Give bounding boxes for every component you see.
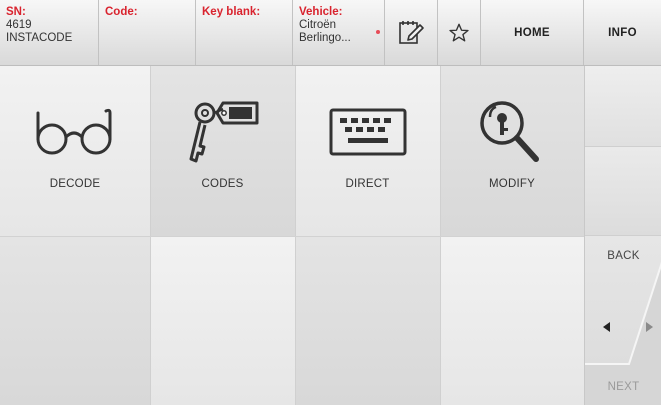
decode-tile[interactable]: DECODE xyxy=(0,66,150,236)
sn-value-line1: 4619 xyxy=(6,19,32,31)
key-blank-label: Key blank: xyxy=(202,6,261,18)
codes-tile[interactable]: CODES xyxy=(150,66,295,236)
favorites-button[interactable] xyxy=(438,0,481,65)
back-label: BACK xyxy=(607,250,640,262)
main-menu-screen: SN: 4619 INSTACODE Code: Key blank: Vehi… xyxy=(0,0,661,405)
empty-tile-1 xyxy=(0,237,150,405)
empty-tile-3 xyxy=(295,237,440,405)
modify-tile[interactable]: MODIFY xyxy=(440,66,584,236)
vehicle-label: Vehicle: xyxy=(299,6,343,18)
side-slot-2 xyxy=(585,147,661,236)
key-blank-field: Key blank: xyxy=(196,0,293,65)
keyboard-icon xyxy=(328,92,408,172)
vehicle-value-line1: Citroën xyxy=(299,19,337,31)
right-nav-column: BACK NEXT xyxy=(584,66,661,405)
vehicle-indicator-dot xyxy=(376,30,380,34)
decode-label: DECODE xyxy=(49,178,101,190)
grid-divider xyxy=(0,236,584,237)
arrow-right-icon xyxy=(646,322,653,332)
empty-tile-2 xyxy=(150,237,295,405)
sn-value-line2: INSTACODE xyxy=(6,32,73,44)
notes-button[interactable] xyxy=(385,0,438,65)
codes-label: CODES xyxy=(201,178,244,190)
back-button[interactable] xyxy=(585,276,625,362)
star-icon xyxy=(449,23,469,41)
pager: BACK NEXT xyxy=(585,236,661,405)
direct-tile[interactable]: DIRECT xyxy=(295,66,440,236)
vehicle-field: Vehicle: Citroën Berlingo... xyxy=(293,0,385,65)
vehicle-value-line2: Berlingo... xyxy=(299,32,351,44)
glasses-icon xyxy=(30,92,120,172)
code-label: Code: xyxy=(105,6,138,18)
home-button[interactable]: HOME xyxy=(481,0,584,65)
direct-label: DIRECT xyxy=(345,178,390,190)
sn-field: SN: 4619 INSTACODE xyxy=(0,0,99,65)
code-field: Code: xyxy=(99,0,196,65)
next-label: NEXT xyxy=(607,381,640,393)
magnifier-key-icon xyxy=(472,92,552,172)
top-bar: SN: 4619 INSTACODE Code: Key blank: Vehi… xyxy=(0,0,661,66)
empty-tile-4 xyxy=(440,237,584,405)
key-tag-icon xyxy=(183,92,263,172)
side-slot-1 xyxy=(585,66,661,147)
sn-label: SN: xyxy=(6,6,26,18)
notepad-edit-icon xyxy=(399,20,424,44)
info-button[interactable]: INFO xyxy=(584,0,661,65)
arrow-left-icon xyxy=(603,322,610,332)
modify-label: MODIFY xyxy=(489,178,535,190)
